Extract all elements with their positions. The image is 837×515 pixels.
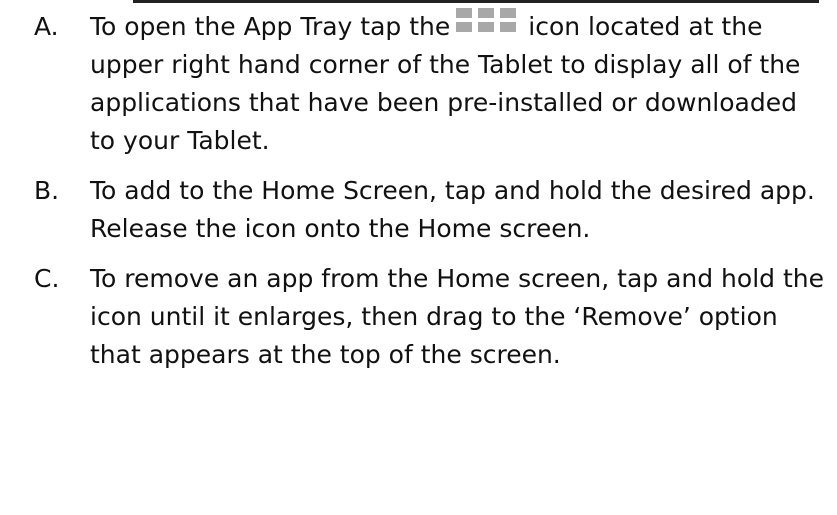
list-item: B. To add to the Home Screen, tap and ho… <box>34 172 834 248</box>
instruction-list: A. To open the App Tray tap the icon loca… <box>34 8 834 386</box>
app-grid-icon <box>454 8 522 38</box>
instruction-a-text: To open the App Tray tap the icon located… <box>90 8 826 160</box>
instruction-a-text-before-icon: To open the App Tray tap the <box>90 12 451 41</box>
list-item: A. To open the App Tray tap the icon loca… <box>34 8 834 160</box>
list-item: C. To remove an app from the Home screen… <box>34 260 834 374</box>
list-marker-a: A. <box>34 12 59 41</box>
instruction-b-text: To add to the Home Screen, tap and hold … <box>90 176 815 243</box>
list-marker-c: C. <box>34 264 60 293</box>
instruction-c-text: To remove an app from the Home screen, t… <box>90 264 824 369</box>
top-rule <box>133 0 819 3</box>
list-marker-b: B. <box>34 176 60 205</box>
